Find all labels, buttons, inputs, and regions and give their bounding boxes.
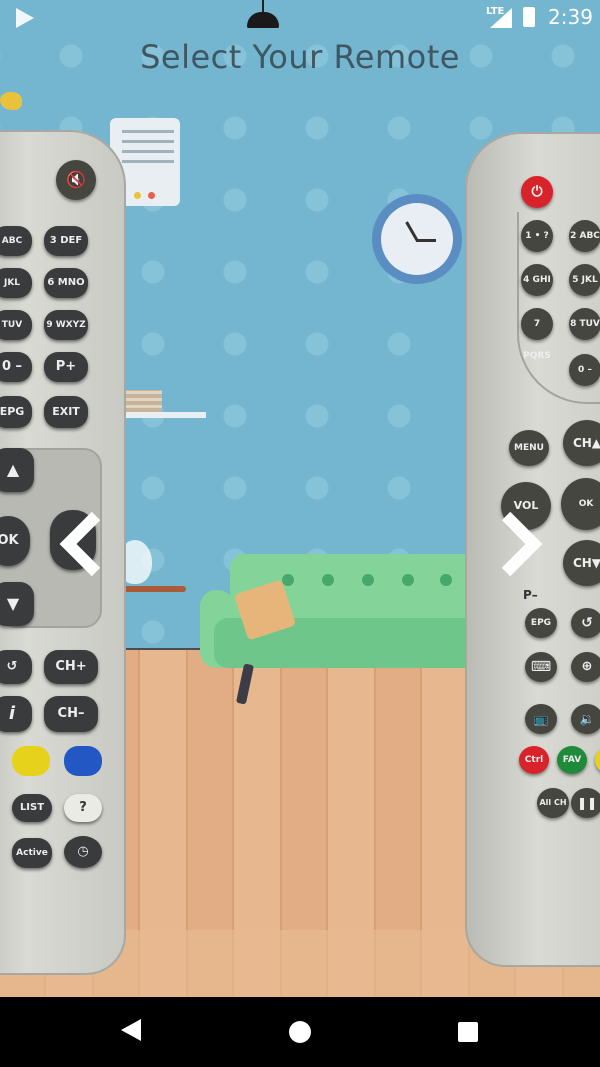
key-tuv[interactable]: TUV [0,310,32,340]
power-icon[interactable]: ⏻ [521,176,553,208]
up-arrow-icon[interactable]: ▲ [0,448,34,492]
blue-key[interactable] [64,746,102,776]
tv-icon[interactable]: 📺 [525,704,557,734]
chevron-right-icon[interactable] [492,511,546,577]
all-channels-button[interactable]: All CH [537,788,569,818]
timer-icon[interactable]: ◷ [64,836,102,868]
status-bar: LTE 2:39 [0,0,600,34]
info-button[interactable]: i [0,696,32,732]
keyboard-icon[interactable]: ⌨ [525,652,557,682]
app-screen: LTE 2:39 Select Your Remote 🔇 ABC 3 DEF … [0,0,600,1067]
zoom-icon[interactable]: ⊕ [571,652,600,682]
key-0[interactable]: 0 – [0,352,32,382]
pause-icon[interactable]: ❚❚ [571,788,600,818]
chevron-left-icon[interactable] [56,511,110,577]
key-6[interactable]: 6 MNO [44,268,88,298]
yellow-key[interactable] [12,746,50,776]
page-title: Select Your Remote [140,38,460,76]
channel-up-button[interactable]: CH▲ [563,420,600,466]
key-1[interactable]: 1 • ? [521,220,553,252]
home-icon[interactable] [289,1021,311,1043]
sofa [200,554,494,705]
key-2[interactable]: 2 ABC [569,220,600,252]
key-9[interactable]: 9 WXYZ [44,310,88,340]
wall-clock [372,194,462,284]
ac-light [148,192,155,199]
back-icon[interactable]: ↺ [0,650,32,684]
help-button[interactable]: ? [64,794,102,822]
channel-down-button[interactable]: CH– [44,696,98,732]
ctrl-button[interactable]: Ctrl [519,746,549,774]
active-button[interactable]: Active [12,838,52,868]
epg-button[interactable]: EPG [0,396,32,428]
fav-button[interactable]: FAV [557,746,587,774]
key-7[interactable]: 7 PQRS [521,308,553,361]
key-5[interactable]: 5 JKL [569,264,600,296]
play-store-icon [16,8,34,28]
back-icon[interactable]: ↺ [571,608,600,638]
key-abc[interactable]: ABC [0,226,32,256]
bird-decoration [0,92,22,110]
audio-icon[interactable]: 🔉 [571,704,600,734]
key-0[interactable]: 0 – [569,354,600,386]
battery-icon [523,7,535,27]
channel-up-button[interactable]: CH+ [44,650,98,684]
key-jkl[interactable]: JKL [0,268,32,298]
key-4[interactable]: 4 GHI [521,264,553,296]
side-table [120,586,186,592]
ok-store-button[interactable]: OK /STORE [561,478,600,561]
program-up-button[interactable]: P+ [44,352,88,382]
list-button[interactable]: LIST [12,794,52,822]
channel-down-button[interactable]: CH▼ [563,540,600,586]
epg-button[interactable]: EPG [525,608,557,638]
program-down-label: P– [523,588,538,602]
system-nav-bar [0,997,600,1067]
down-arrow-icon[interactable]: ▼ [0,582,34,626]
menu-button[interactable]: MENU [509,430,549,466]
back-icon[interactable] [121,1019,141,1041]
yellow-key[interactable] [595,746,600,774]
key-8[interactable]: 8 TUV [569,308,600,340]
exit-button[interactable]: EXIT [44,396,88,428]
ac-light [134,192,141,199]
clock-time: 2:39 [548,5,593,29]
recents-icon[interactable] [458,1022,478,1042]
signal-icon [490,8,512,28]
key-3[interactable]: 3 DEF [44,226,88,256]
mute-icon[interactable]: 🔇 [56,160,96,200]
